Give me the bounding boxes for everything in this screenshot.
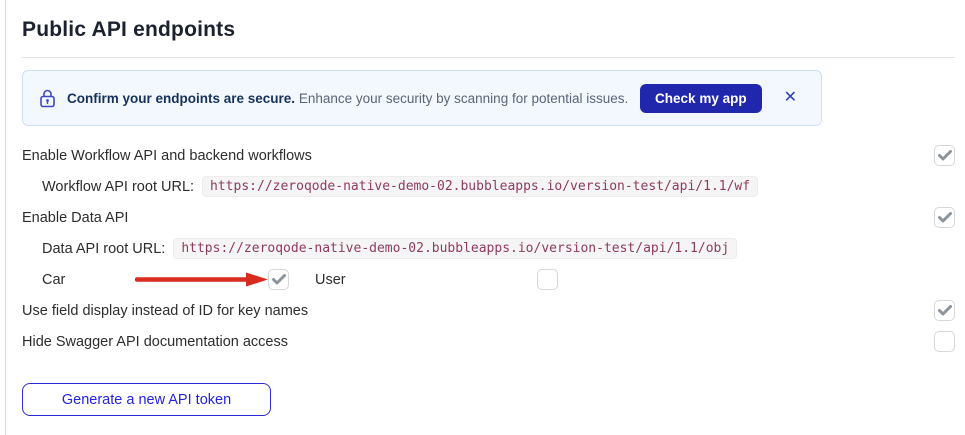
workflow-url-value: https://zeroqode-native-demo-02.bubbleap… [202,176,758,197]
field-display-checkbox[interactable] [934,300,955,321]
shield-lock-icon [39,89,56,108]
data-url-label: Data API root URL: [42,241,165,257]
car-checkbox[interactable] [268,269,289,290]
data-url-row: Data API root URL: https://zeroqode-nati… [22,233,955,264]
security-banner: Confirm your endpoints are secure. Enhan… [22,70,822,126]
close-icon[interactable]: ✕ [784,90,797,106]
settings-rows: Enable Workflow API and backend workflow… [22,140,955,357]
generate-api-token-button[interactable]: Generate a new API token [22,383,271,416]
banner-message: Confirm your endpoints are secure. Enhan… [67,91,628,106]
data-type-car-label: Car [42,272,268,288]
title-divider [22,57,955,58]
field-display-row: Use field display instead of ID for key … [22,295,955,326]
field-display-label: Use field display instead of ID for key … [22,303,308,319]
page-title: Public API endpoints [22,18,955,42]
data-url-value: https://zeroqode-native-demo-02.bubbleap… [173,238,737,259]
data-type-user-label: User [315,272,537,288]
workflow-api-label: Enable Workflow API and backend workflow… [22,148,312,164]
data-types-row: Car User [22,264,955,295]
workflow-api-row: Enable Workflow API and backend workflow… [22,140,955,171]
check-my-app-button[interactable]: Check my app [640,84,762,113]
workflow-api-checkbox[interactable] [934,145,955,166]
user-checkbox[interactable] [537,269,558,290]
hide-swagger-row: Hide Swagger API documentation access [22,326,955,357]
workflow-url-row: Workflow API root URL: https://zeroqode-… [22,171,955,202]
data-api-label: Enable Data API [22,210,128,226]
data-api-checkbox[interactable] [934,207,955,228]
banner-message-bold: Confirm your endpoints are secure. [67,91,295,106]
hide-swagger-label: Hide Swagger API documentation access [22,334,288,350]
panel-edge-divider [5,0,6,435]
workflow-url-label: Workflow API root URL: [42,179,194,195]
hide-swagger-checkbox[interactable] [934,331,955,352]
banner-message-detail: Enhance your security by scanning for po… [299,91,628,106]
data-api-row: Enable Data API [22,202,955,233]
public-api-settings-page: Public API endpoints Confirm your endpoi… [0,0,965,435]
